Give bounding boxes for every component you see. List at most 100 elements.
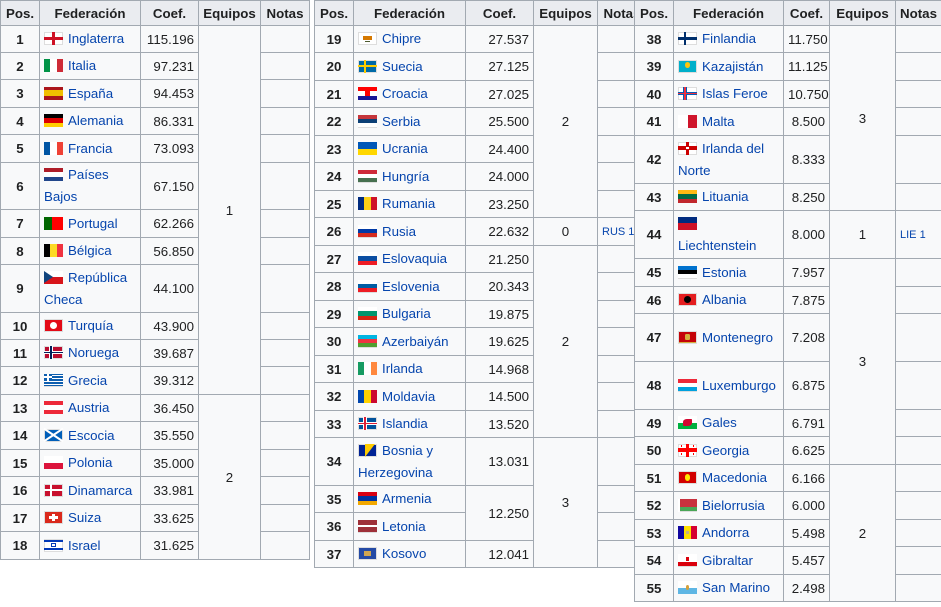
table-row: 47 Montenegro 7.208 — [634, 313, 941, 362]
notes-cell — [260, 134, 310, 163]
federation-link[interactable]: Liechtenstein — [678, 238, 756, 253]
federation-link[interactable]: Finlandia — [702, 31, 756, 46]
federation-cell: Países Bajos — [39, 162, 141, 210]
federation-link[interactable]: Grecia — [68, 373, 107, 388]
federation-link[interactable]: Gales — [702, 415, 737, 430]
federation-link[interactable]: Chipre — [382, 31, 421, 46]
federation-link[interactable]: Hungría — [382, 169, 429, 184]
cyprus-flag-icon — [358, 32, 377, 45]
federation-link[interactable]: Italia — [68, 58, 96, 73]
federation-cell: Irlanda — [353, 355, 466, 383]
federation-link[interactable]: Islas Feroe — [702, 86, 768, 101]
table-row: 22 Serbia 25.500 — [314, 107, 647, 136]
coefficient-cell: 56.850 — [140, 237, 199, 265]
federation-link[interactable]: Georgia — [702, 443, 749, 458]
federation-link[interactable]: San Marino — [702, 580, 770, 595]
notes-cell — [260, 237, 310, 265]
austria-flag-icon — [44, 401, 63, 414]
coefficients-table-3: Pos. Federación Coef. Equipos Notas 38 Finland… — [634, 0, 941, 602]
romania-flag-icon — [358, 197, 377, 210]
federation-link[interactable]: Serbia — [382, 114, 420, 129]
coefficient-cell: 25.500 — [465, 107, 534, 136]
federation-cell: Georgia — [673, 436, 784, 465]
federation-link[interactable]: Bulgaria — [382, 306, 431, 321]
table-row: 8 Bélgica 56.850 — [0, 237, 310, 265]
federation-cell: Chipre — [353, 25, 466, 53]
position-cell: 28 — [314, 272, 354, 301]
federation-link[interactable]: Rumania — [382, 196, 435, 211]
federation-link[interactable]: Armenia — [382, 491, 432, 506]
federation-link[interactable]: Irlanda — [382, 361, 423, 376]
federation-link[interactable]: Suecia — [382, 59, 423, 74]
federation-link[interactable]: Inglaterra — [68, 31, 124, 46]
federation-link[interactable]: Polonia — [68, 455, 112, 470]
coefficient-cell: 12.041 — [465, 540, 534, 568]
teams-count-cell: 2 — [533, 25, 598, 218]
coefficient-cell: 6.166 — [783, 464, 830, 492]
coefficient-cell: 33.625 — [140, 504, 199, 532]
federation-cell: Kosovo — [353, 540, 466, 568]
federation-link[interactable]: Moldavia — [382, 389, 435, 404]
federation-link[interactable]: Turquía — [68, 318, 113, 333]
federation-link[interactable]: Montenegro — [702, 330, 773, 345]
federation-link[interactable]: Alemania — [68, 113, 123, 128]
federation-link[interactable]: Israel — [68, 538, 101, 553]
position-cell: 8 — [0, 237, 40, 265]
federation-link[interactable]: Ucrania — [382, 141, 428, 156]
header-federacion: Federación — [673, 0, 784, 26]
federation-link[interactable]: Suiza — [68, 510, 101, 525]
position-cell: 12 — [0, 366, 40, 395]
coefficient-cell: 31.625 — [140, 531, 199, 560]
position-cell: 11 — [0, 339, 40, 367]
table-row: 3 España 94.453 — [0, 79, 310, 108]
position-cell: 39 — [634, 52, 674, 81]
federation-link[interactable]: Portugal — [68, 216, 118, 231]
position-cell: 2 — [0, 52, 40, 80]
federation-cell: República Checa — [39, 264, 141, 313]
federation-link[interactable]: Islandia — [382, 416, 428, 431]
federation-link[interactable]: Bielorrusia — [702, 498, 765, 513]
federation-link[interactable]: Noruega — [68, 345, 119, 360]
federation-link[interactable]: Eslovaquia — [382, 251, 447, 266]
federation-link[interactable]: Luxemburgo — [702, 378, 776, 393]
federation-link[interactable]: Andorra — [702, 525, 749, 540]
federation-cell: Andorra — [673, 519, 784, 547]
federation-cell: Letonia — [353, 512, 466, 541]
table-row: 13 Austria 36.450 2 — [0, 394, 310, 560]
federation-link[interactable]: Bélgica — [68, 243, 112, 258]
coefficient-cell: 27.537 — [465, 25, 534, 53]
federation-link[interactable]: Kazajistán — [702, 59, 763, 74]
federation-link[interactable]: Kosovo — [382, 546, 426, 561]
federation-cell: Serbia — [353, 107, 466, 136]
federation-link[interactable]: Croacia — [382, 86, 428, 101]
federation-cell: Macedonia — [673, 464, 784, 492]
header-pos: Pos. — [0, 0, 40, 26]
federation-cell: Islas Feroe — [673, 80, 784, 108]
federation-link[interactable]: España — [68, 86, 113, 101]
table-row: 48 Luxemburgo 6.875 — [634, 361, 941, 410]
table-row: 34 Bosnia y Herzegovina 13.031 3 — [314, 437, 647, 568]
federation-link[interactable]: Francia — [68, 141, 112, 156]
federation-link[interactable]: Eslovenia — [382, 279, 440, 294]
note-link[interactable]: LIE 1 — [895, 210, 941, 259]
federation-link[interactable]: Gibraltar — [702, 553, 753, 568]
position-cell: 7 — [0, 209, 40, 238]
federation-link[interactable]: Rusia — [382, 224, 416, 239]
header-equipos: Equipos — [533, 0, 598, 26]
coefficient-cell: 115.196 — [140, 25, 199, 53]
federation-link[interactable]: Malta — [702, 114, 735, 129]
federation-link[interactable]: Letonia — [382, 519, 426, 534]
federation-link[interactable]: Estonia — [702, 265, 746, 280]
federation-link[interactable]: Austria — [68, 400, 109, 415]
federation-link[interactable]: Albania — [702, 292, 746, 307]
federation-link[interactable]: Escocia — [68, 428, 115, 443]
position-cell: 3 — [0, 79, 40, 108]
federation-link[interactable]: Dinamarca — [68, 483, 132, 498]
federation-cell: Grecia — [39, 366, 141, 395]
federation-link[interactable]: Lituania — [702, 189, 749, 204]
federation-link[interactable]: Macedonia — [702, 470, 767, 485]
croatia-flag-icon — [358, 87, 377, 100]
federation-link[interactable]: Azerbaiyán — [382, 334, 449, 349]
position-cell: 47 — [634, 313, 674, 362]
notes-cell — [260, 531, 310, 560]
